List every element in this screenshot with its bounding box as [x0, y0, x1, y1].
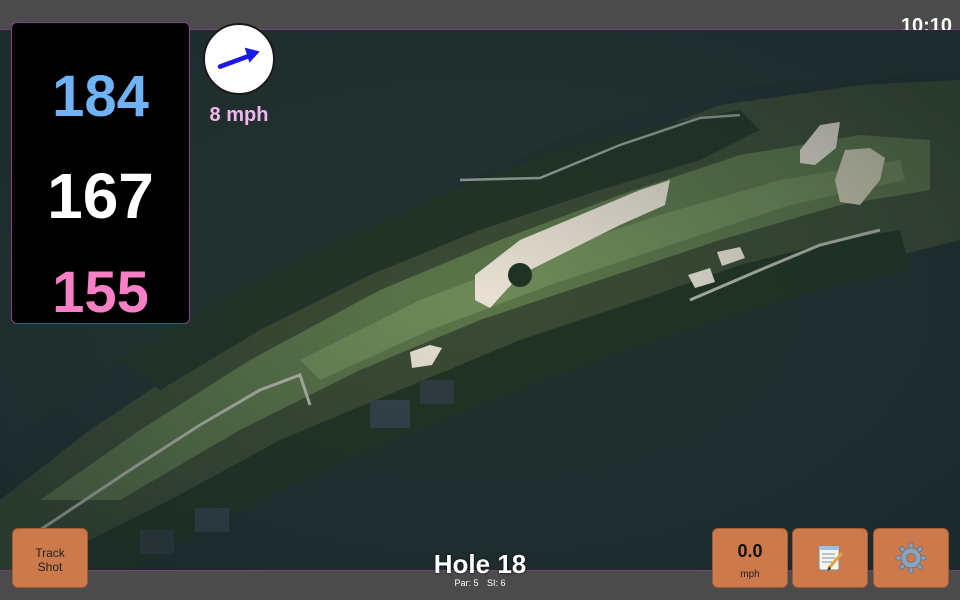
front-distance: 155 — [52, 260, 149, 325]
track-shot-button[interactable]: Track Shot — [12, 528, 88, 588]
notes-button[interactable] — [792, 528, 868, 588]
wind-indicator[interactable] — [203, 23, 275, 95]
hole-stroke-index: SI: 6 — [487, 578, 506, 588]
speed-unit: mph — [740, 569, 760, 580]
hole-title: Hole 18 — [433, 549, 527, 579]
notepad-icon — [818, 545, 844, 571]
distance-panel: 184 167 155 — [11, 22, 190, 325]
hole-par: Par: 5 — [454, 578, 479, 588]
middle-distance: 167 — [47, 160, 154, 232]
track-shot-label-line-2: Shot — [37, 560, 63, 574]
track-shot-label-line-1: Track — [35, 546, 65, 560]
gear-icon — [895, 542, 927, 574]
wind-arrow-icon — [217, 47, 260, 69]
back-distance: 184 — [52, 64, 149, 129]
settings-button[interactable] — [873, 528, 949, 588]
speed-button[interactable]: 0.0 mph — [712, 528, 788, 588]
wind-speed: 8 mph — [209, 104, 269, 126]
hole-info: Par: 5 SI: 6 — [380, 578, 580, 588]
speed-value: 0.0 — [737, 541, 763, 561]
